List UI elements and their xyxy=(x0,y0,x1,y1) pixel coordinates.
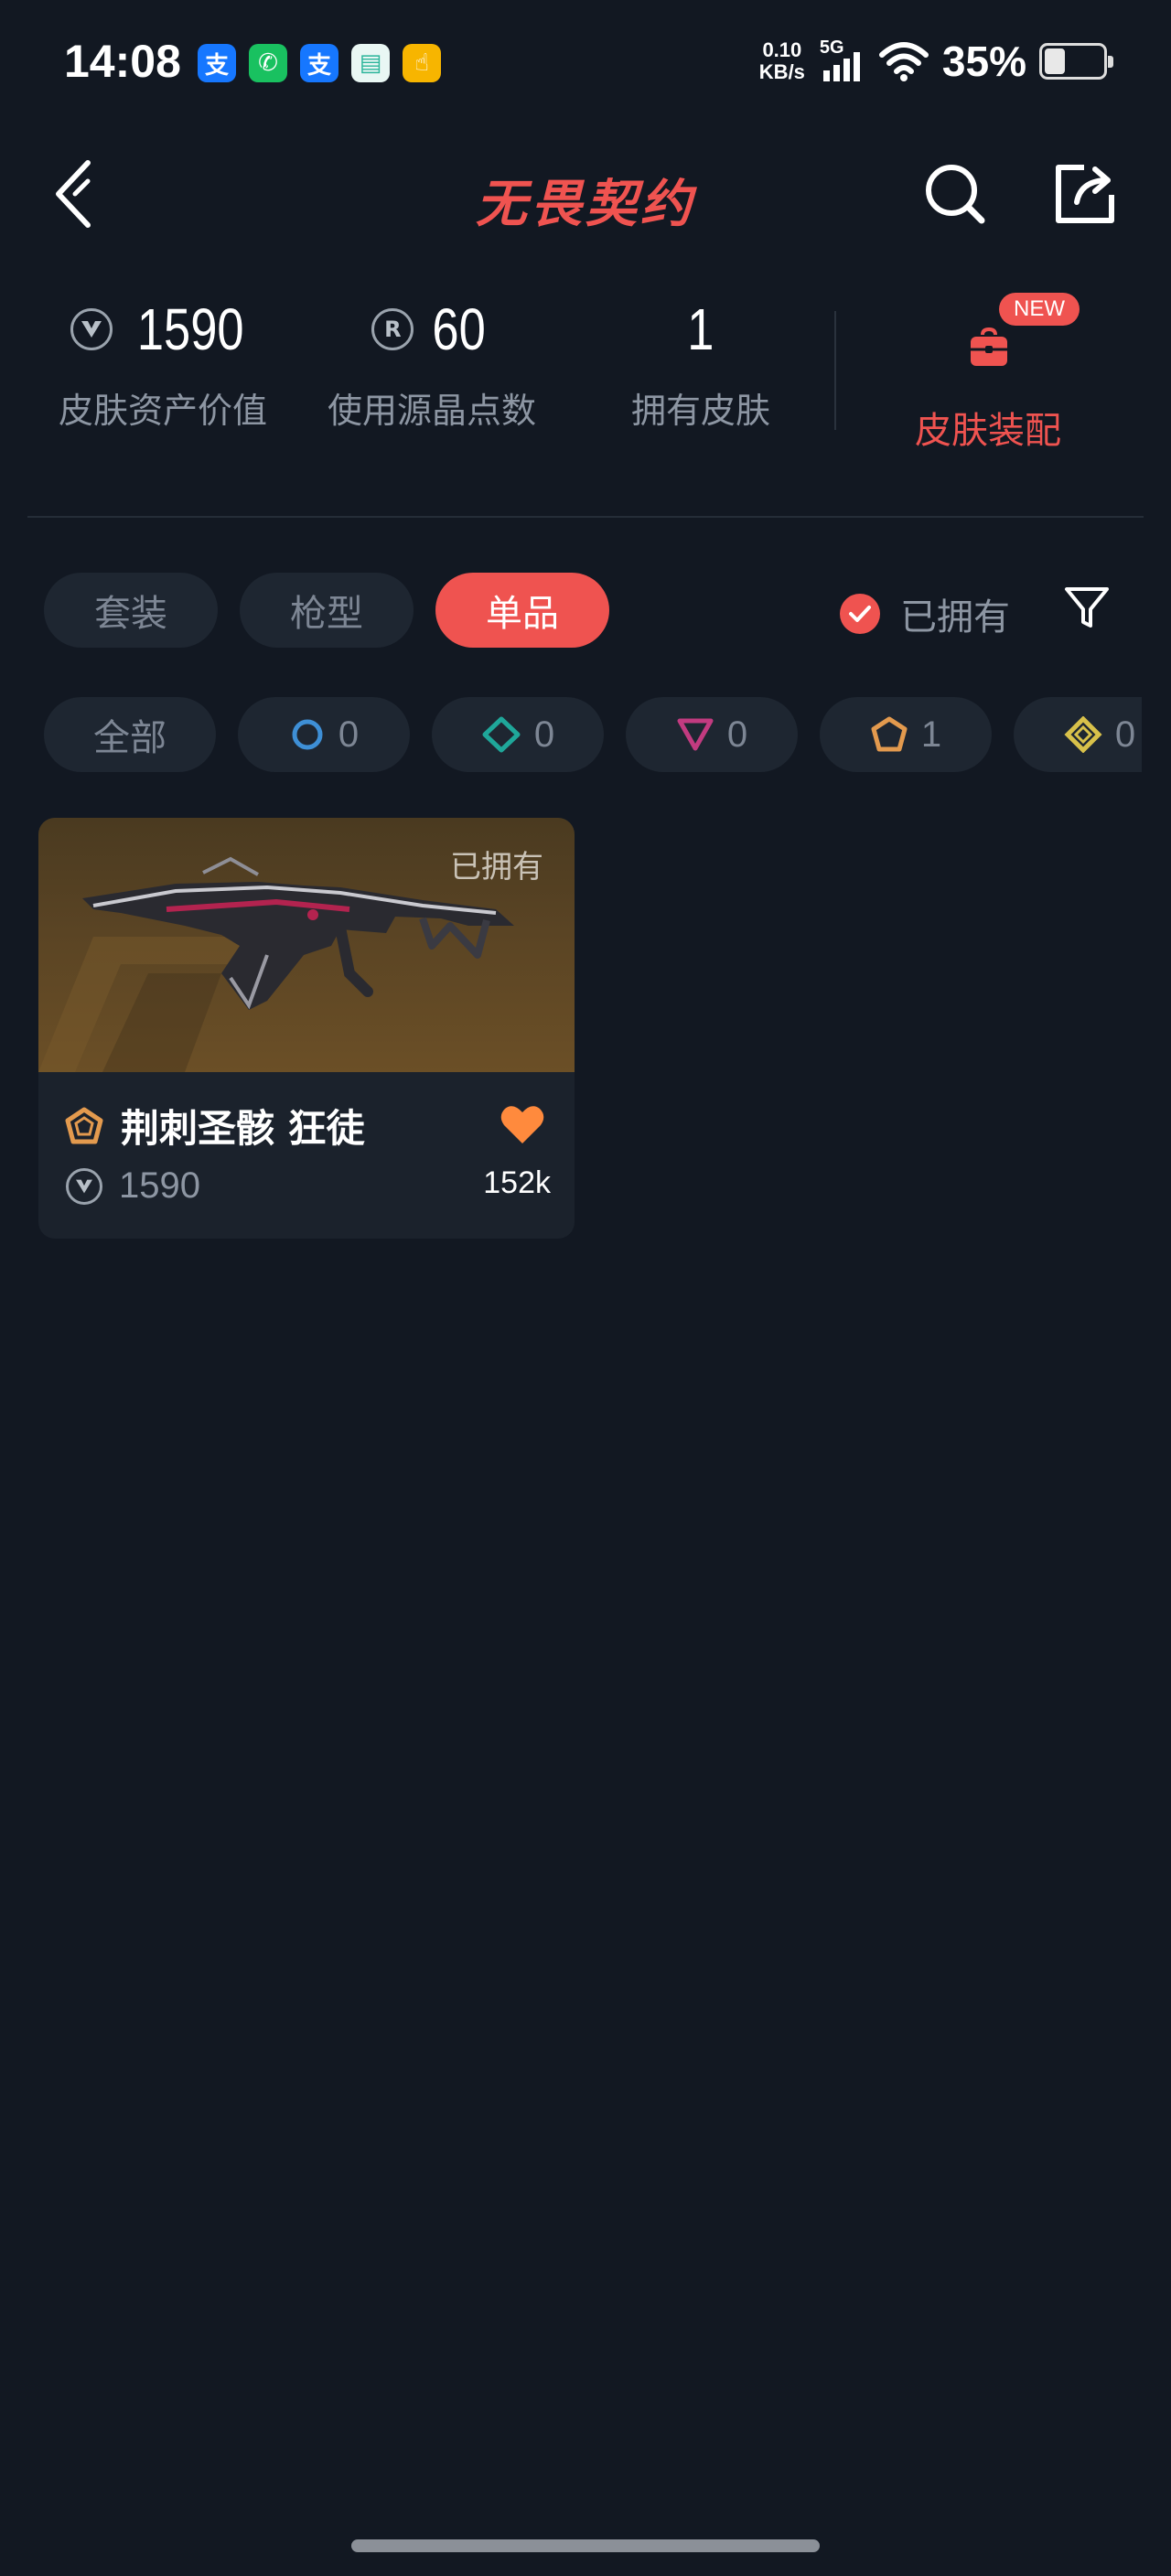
exclusive-tier-icon xyxy=(65,1107,103,1143)
asset-value-label: 皮肤资产价值 xyxy=(58,391,267,431)
battery-level xyxy=(1045,48,1065,74)
skin-title-row: 荆刺圣骸 狂徒 xyxy=(64,1098,365,1154)
network-type: 5G xyxy=(819,38,844,58)
status-time: 14:08 xyxy=(64,36,181,87)
radianite-label: 使用源晶点数 xyxy=(327,391,536,431)
skin-price-row: 1590 xyxy=(66,1165,200,1207)
gesture-app-icon: ☝ xyxy=(403,44,441,82)
stats-divider xyxy=(834,311,836,430)
rarity-count: 0 xyxy=(1114,714,1136,755)
rarity-count: 1 xyxy=(920,714,942,755)
header: 无畏契约 xyxy=(0,146,1171,238)
skin-price: 1590 xyxy=(119,1165,200,1206)
search-icon xyxy=(926,165,985,224)
owned-count-label: 拥有皮肤 xyxy=(630,391,770,431)
battery-icon xyxy=(1039,43,1113,80)
stat-owned-skins: 1 拥有皮肤 xyxy=(591,293,811,433)
cellular-signal-icon: 5G xyxy=(818,38,865,85)
new-badge: NEW xyxy=(999,293,1080,326)
skin-loadout-label: 皮肤装配 xyxy=(915,410,1061,452)
skin-name: 荆刺圣骸 狂徒 xyxy=(121,1106,365,1151)
owned-tag: 已拥有 xyxy=(450,849,543,886)
back-button[interactable] xyxy=(42,157,106,231)
rarity-count: 0 xyxy=(338,714,360,755)
rarity-count: 0 xyxy=(533,714,555,755)
rarity-chip-premium[interactable]: 0 xyxy=(626,697,798,772)
share-button[interactable] xyxy=(1048,157,1122,231)
owned-filter-toggle[interactable]: 已拥有 xyxy=(840,587,1010,640)
search-button[interactable] xyxy=(919,157,992,231)
rarity-count: 0 xyxy=(726,714,748,755)
loadout-briefcase-icon xyxy=(971,327,1007,366)
phone-app-icon: ✆ xyxy=(249,44,287,82)
wifi-icon xyxy=(878,42,929,81)
status-right: 0.10 KB/s 5G 35% xyxy=(759,37,1113,86)
back-arrow-icon xyxy=(56,160,91,228)
vp-coin-icon xyxy=(70,308,113,350)
section-divider xyxy=(27,516,1144,518)
rarity-chip-deluxe[interactable]: 0 xyxy=(432,697,604,772)
network-speed-unit: KB/s xyxy=(758,60,805,83)
chat-app-icon: ▤ xyxy=(351,44,390,82)
alipay-icon: 支 xyxy=(300,44,338,82)
share-icon xyxy=(1056,165,1114,223)
radianite-value: 60 xyxy=(432,296,487,362)
deluxe-tier-icon xyxy=(482,716,521,753)
network-speed-value: 0.10 xyxy=(762,38,802,61)
status-bar: 14:08 支 ✆ 支 ▤ ☝ 0.10 KB/s 5G 35% xyxy=(0,0,1171,128)
stats-panel: 1590 皮肤资产价值 R 60 使用源晶点数 1 拥有皮肤 NEW 皮肤装配 xyxy=(0,293,1171,457)
skin-image: 已拥有 xyxy=(38,818,575,1072)
rarity-chip-exclusive[interactable]: 1 xyxy=(820,697,992,772)
notification-icons: 支 ✆ 支 ▤ ☝ xyxy=(198,44,441,82)
radianite-coin-icon: R xyxy=(371,308,414,350)
tab-single-items[interactable]: 单品 xyxy=(435,573,609,648)
network-speed: 0.10 KB/s xyxy=(759,39,805,83)
tab-bundles[interactable]: 套装 xyxy=(44,573,218,648)
alipay-icon: 支 xyxy=(198,44,236,82)
skin-loadout-button[interactable]: NEW 皮肤装配 xyxy=(878,293,1098,457)
owned-filter-label: 已拥有 xyxy=(900,596,1010,639)
home-indicator[interactable] xyxy=(351,2539,820,2552)
battery-percent: 35% xyxy=(941,38,1026,85)
checkbox-checked-icon xyxy=(840,594,880,634)
select-tier-icon xyxy=(292,719,323,750)
rarity-chip-select[interactable]: 0 xyxy=(238,697,410,772)
asset-value: 1590 xyxy=(136,296,244,362)
ultra-tier-icon xyxy=(1064,716,1102,753)
stat-radianite: R 60 使用源晶点数 xyxy=(322,293,542,433)
exclusive-tier-icon xyxy=(871,716,908,752)
filter-icon xyxy=(1065,587,1109,628)
tab-weapon-types[interactable]: 枪型 xyxy=(240,573,414,648)
rarity-chip-all[interactable]: 全部 xyxy=(44,697,216,772)
like-count: 152k xyxy=(483,1165,551,1200)
filter-button[interactable] xyxy=(1061,582,1112,633)
skin-card[interactable]: 已拥有 荆刺圣骸 狂徒 1590 152k xyxy=(38,818,575,1239)
category-tabs: 套装 枪型 单品 xyxy=(44,573,609,648)
premium-tier-icon xyxy=(677,718,714,751)
stat-asset-value: 1590 皮肤资产价值 xyxy=(53,293,273,433)
owned-count: 1 xyxy=(687,296,714,362)
app-logo: 无畏契约 xyxy=(476,175,695,234)
rarity-filter-bar: 全部 0 0 0 1 0 xyxy=(44,697,1142,772)
heart-icon[interactable] xyxy=(500,1103,545,1145)
vp-coin-icon xyxy=(66,1167,102,1205)
rarity-chip-ultra[interactable]: 0 xyxy=(1014,697,1142,772)
